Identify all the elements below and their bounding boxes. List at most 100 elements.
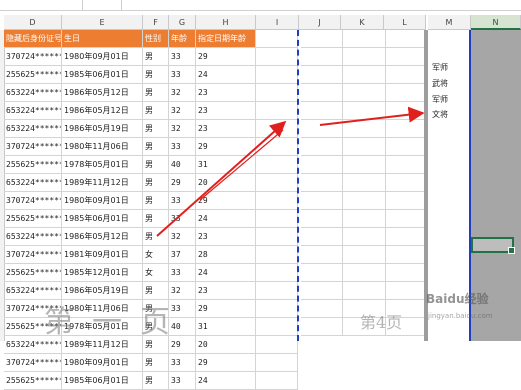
empty-cell[interactable] <box>301 120 343 138</box>
empty-cell[interactable] <box>256 48 298 66</box>
gender-cell[interactable]: 男 <box>143 102 169 120</box>
empty-cell[interactable] <box>301 138 343 156</box>
column-header-l[interactable]: L <box>384 15 426 30</box>
id-cell[interactable]: 370724****** <box>4 192 62 210</box>
empty-cell[interactable] <box>386 138 428 156</box>
birthday-cell[interactable]: 1981年09月01日 <box>62 246 143 264</box>
target-age-cell[interactable]: 31 <box>196 318 256 336</box>
age-cell[interactable]: 33 <box>169 48 196 66</box>
empty-cell[interactable] <box>386 102 428 120</box>
empty-cell[interactable] <box>256 354 298 372</box>
empty-cell[interactable] <box>301 66 343 84</box>
target-age-cell[interactable]: 23 <box>196 102 256 120</box>
empty-cell[interactable] <box>301 174 343 192</box>
empty-cell[interactable] <box>256 300 298 318</box>
empty-cell[interactable] <box>386 264 428 282</box>
empty-cell[interactable] <box>386 30 428 48</box>
gender-cell[interactable]: 男 <box>143 228 169 246</box>
birthday-cell[interactable]: 1986年05月12日 <box>62 84 143 102</box>
formula-buttons[interactable] <box>83 0 122 10</box>
empty-cell[interactable] <box>256 210 298 228</box>
empty-cell[interactable] <box>256 102 298 120</box>
id-cell[interactable]: 653224****** <box>4 228 62 246</box>
target-age-cell[interactable]: 31 <box>196 156 256 174</box>
empty-cell[interactable] <box>256 246 298 264</box>
empty-cell[interactable] <box>301 192 343 210</box>
column-header-g[interactable]: G <box>169 15 196 30</box>
age-cell[interactable]: 33 <box>169 264 196 282</box>
header-id[interactable]: 隐藏后身份证号 <box>4 30 62 48</box>
birthday-cell[interactable]: 1978年05月01日 <box>62 156 143 174</box>
age-cell[interactable]: 33 <box>169 66 196 84</box>
gender-cell[interactable]: 男 <box>143 156 169 174</box>
name-box[interactable] <box>0 0 83 10</box>
header-target-age[interactable]: 指定日期年龄 <box>196 30 256 48</box>
empty-cell[interactable] <box>301 84 343 102</box>
formula-input[interactable] <box>122 0 521 10</box>
empty-cell[interactable] <box>386 120 428 138</box>
birthday-cell[interactable]: 1985年06月01日 <box>62 210 143 228</box>
empty-cell[interactable] <box>256 84 298 102</box>
birthday-cell[interactable]: 1986年05月12日 <box>62 102 143 120</box>
age-cell[interactable]: 32 <box>169 102 196 120</box>
header-gender[interactable]: 性别 <box>143 30 169 48</box>
gender-cell[interactable]: 男 <box>143 174 169 192</box>
empty-cell[interactable] <box>386 210 428 228</box>
empty-cell[interactable] <box>343 192 386 210</box>
target-age-cell[interactable]: 29 <box>196 48 256 66</box>
empty-cell[interactable] <box>256 372 298 390</box>
age-cell[interactable]: 37 <box>169 246 196 264</box>
empty-cell[interactable] <box>301 102 343 120</box>
age-cell[interactable]: 33 <box>169 138 196 156</box>
empty-cell[interactable] <box>256 156 298 174</box>
empty-cell[interactable] <box>301 264 343 282</box>
column-m-cell[interactable]: 军师 <box>432 94 448 105</box>
empty-cell[interactable] <box>386 84 428 102</box>
column-m-cell[interactable]: 武将 <box>432 78 448 89</box>
target-age-cell[interactable]: 23 <box>196 228 256 246</box>
gender-cell[interactable]: 男 <box>143 138 169 156</box>
empty-cell[interactable] <box>343 102 386 120</box>
gender-cell[interactable]: 男 <box>143 192 169 210</box>
column-header-e[interactable]: E <box>62 15 143 30</box>
id-cell[interactable]: 370724****** <box>4 246 62 264</box>
gender-cell[interactable]: 女 <box>143 264 169 282</box>
empty-cell[interactable] <box>343 228 386 246</box>
id-cell[interactable]: 653224****** <box>4 84 62 102</box>
column-m-cell[interactable]: 军师 <box>432 62 448 73</box>
target-age-cell[interactable]: 23 <box>196 282 256 300</box>
empty-cell[interactable] <box>256 66 298 84</box>
empty-cell[interactable] <box>343 120 386 138</box>
empty-cell[interactable] <box>301 228 343 246</box>
fill-handle[interactable] <box>508 247 515 254</box>
birthday-cell[interactable]: 1980年09月01日 <box>62 192 143 210</box>
age-cell[interactable]: 32 <box>169 84 196 102</box>
empty-cell[interactable] <box>386 48 428 66</box>
id-cell[interactable]: 255625****** <box>4 372 62 390</box>
column-header-f[interactable]: F <box>143 15 169 30</box>
empty-cell[interactable] <box>301 246 343 264</box>
birthday-cell[interactable]: 1980年11月06日 <box>62 138 143 156</box>
target-age-cell[interactable]: 29 <box>196 354 256 372</box>
empty-cell[interactable] <box>343 84 386 102</box>
empty-cell[interactable] <box>256 264 298 282</box>
selected-cell[interactable] <box>471 237 515 254</box>
column-header-m[interactable]: M <box>428 15 471 30</box>
empty-cell[interactable] <box>386 174 428 192</box>
gender-cell[interactable]: 男 <box>143 120 169 138</box>
empty-cell[interactable] <box>343 264 386 282</box>
id-cell[interactable]: 370724****** <box>4 48 62 66</box>
empty-cell[interactable] <box>386 156 428 174</box>
empty-cell[interactable] <box>343 48 386 66</box>
target-age-cell[interactable]: 24 <box>196 66 256 84</box>
empty-cell[interactable] <box>301 48 343 66</box>
id-cell[interactable]: 370724****** <box>4 354 62 372</box>
gender-cell[interactable]: 男 <box>143 372 169 390</box>
gender-cell[interactable]: 男 <box>143 48 169 66</box>
empty-cell[interactable] <box>256 120 298 138</box>
gender-cell[interactable]: 男 <box>143 354 169 372</box>
age-cell[interactable]: 32 <box>169 228 196 246</box>
id-cell[interactable]: 653224****** <box>4 102 62 120</box>
target-age-cell[interactable]: 29 <box>196 138 256 156</box>
target-age-cell[interactable]: 24 <box>196 264 256 282</box>
